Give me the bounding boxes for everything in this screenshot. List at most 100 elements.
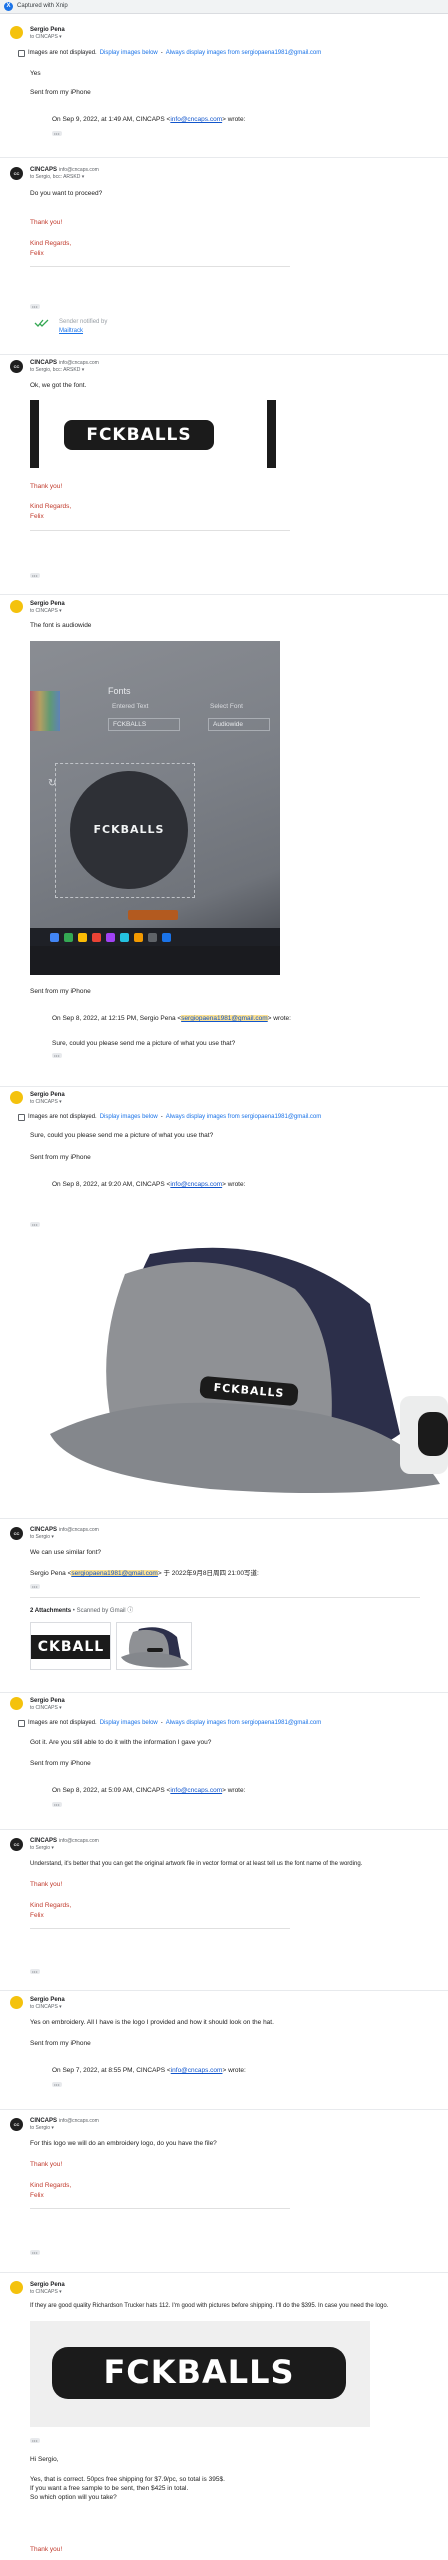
quoted-text: Sure, could you please send me a picture… — [52, 1040, 236, 1047]
recipient-line[interactable]: to CINCAPS ▾ — [30, 1099, 62, 1106]
email-link[interactable]: info@cncaps.com — [170, 1787, 222, 1794]
signature-thanks: Thank you! — [30, 219, 63, 226]
xnip-logo-icon: X — [4, 2, 13, 11]
signature-regards: Kind Regards, — [30, 240, 72, 247]
circle-logo: FCKBALLS — [70, 771, 188, 889]
email-link[interactable]: info@cncaps.com — [171, 2067, 223, 2074]
show-trimmed-button[interactable]: ••• — [30, 1222, 40, 1227]
recipient-line[interactable]: to Sergio ▾ — [30, 1845, 54, 1852]
attachment-thumb-hat[interactable] — [116, 1622, 192, 1670]
quoted-greeting: Hi Sergio, — [30, 2456, 59, 2463]
signature-name: Felix — [30, 250, 44, 257]
divider — [0, 1086, 448, 1087]
message-text: We can use similar font? — [30, 1549, 102, 1556]
email-link[interactable]: sergiopaena1981@gmail.com — [181, 1015, 268, 1022]
always-display-link[interactable]: Always display images from sergiopaena19… — [166, 1113, 322, 1121]
dock — [30, 928, 280, 946]
avatar[interactable] — [10, 1697, 23, 1710]
divider — [0, 1990, 448, 1991]
divider — [0, 1829, 448, 1830]
mailtrack-link[interactable]: Mailtrack — [59, 327, 83, 335]
divider — [0, 1692, 448, 1693]
quoted-text: If you want a free sample to be sent, th… — [30, 2485, 189, 2492]
show-trimmed-button[interactable]: ••• — [52, 131, 62, 136]
attachment-divider — [30, 1597, 420, 1598]
show-trimmed-button[interactable]: ••• — [30, 2250, 40, 2255]
avatar[interactable]: CC — [10, 360, 23, 373]
recipient-line[interactable]: to Sergio ▾ — [30, 1534, 54, 1541]
message-text: Yes on embroidery. All I have is the log… — [30, 2019, 274, 2026]
recipient-line[interactable]: to CINCAPS ▾ — [30, 1705, 62, 1712]
attachment-thumb-logo[interactable]: CKBALL — [30, 1622, 111, 1670]
avatar[interactable]: CC — [10, 2118, 23, 2131]
hat-image[interactable]: FCKBALLS — [30, 1234, 448, 1506]
avatar[interactable] — [10, 600, 23, 613]
message-text: For this logo we will do an embroidery l… — [30, 2140, 217, 2147]
divider — [0, 2109, 448, 2110]
signature-regards: Kind Regards, — [30, 2182, 72, 2189]
signature-thanks: Thank you! — [30, 2161, 63, 2168]
recipient-line[interactable]: to Sergio, bcc: ARSKD ▾ — [30, 174, 84, 181]
message-text: Ok, we got the font. — [30, 382, 87, 389]
logo-image[interactable]: FCKBALLS — [30, 2321, 370, 2427]
show-trimmed-button[interactable]: ••• — [30, 1969, 40, 1974]
show-trimmed-button[interactable]: ••• — [52, 1053, 62, 1058]
divider — [0, 1518, 448, 1519]
show-trimmed-button[interactable]: ••• — [30, 1584, 40, 1589]
show-trimmed-button[interactable]: ••• — [30, 304, 40, 309]
mailtrack-badge — [34, 318, 50, 332]
divider — [0, 594, 448, 595]
avatar[interactable] — [10, 2281, 23, 2294]
double-check-icon — [34, 319, 49, 327]
recipient-line[interactable]: to CINCAPS ▾ — [30, 2289, 62, 2296]
avatar[interactable]: CC — [10, 1838, 23, 1851]
capture-caption: Captured with Xnip — [17, 3, 68, 10]
signature-name: Felix — [30, 513, 44, 520]
image-icon — [18, 1113, 25, 1121]
recipient-line[interactable]: to Sergio ▾ — [30, 2125, 54, 2132]
message-text: Sent from my iPhone — [30, 988, 91, 995]
message-text: Got it. Are you still able to do it with… — [30, 1739, 212, 1746]
show-trimmed-button[interactable]: ••• — [52, 1802, 62, 1807]
show-trimmed-button[interactable]: ••• — [30, 573, 40, 578]
display-images-link[interactable]: Display images below — [100, 49, 158, 57]
avatar[interactable] — [10, 1996, 23, 2009]
capture-bar: X Captured with Xnip — [0, 0, 448, 14]
recipient-line[interactable]: to CINCAPS ▾ — [30, 608, 62, 615]
display-images-link[interactable]: Display images below — [100, 1719, 158, 1727]
email-link[interactable]: info@cncaps.com — [170, 1181, 222, 1188]
logo-image[interactable]: FCKBALLS — [30, 400, 276, 468]
email-link[interactable]: info@cncaps.com — [170, 116, 222, 123]
signature-divider — [30, 2208, 290, 2209]
quote-header: On Sep 8, 2022, at 12:15 PM, Sergio Pena… — [52, 1015, 291, 1022]
recipient-line[interactable]: to CINCAPS ▾ — [30, 2004, 62, 2011]
message-text: Sent from my iPhone — [30, 1760, 91, 1767]
divider — [0, 354, 448, 355]
email-link[interactable]: sergiopaena1981@gmail.com — [71, 1570, 158, 1577]
recipient-line[interactable]: to CINCAPS ▾ — [30, 34, 62, 41]
avatar[interactable]: CC — [10, 1527, 23, 1540]
avatar[interactable]: CC — [10, 167, 23, 180]
always-display-link[interactable]: Always display images from sergiopaena19… — [166, 49, 322, 57]
hat-thumb — [121, 1627, 189, 1668]
signature-regards: Kind Regards, — [30, 503, 72, 510]
avatar[interactable] — [10, 26, 23, 39]
message-text: Sent from my iPhone — [30, 2040, 91, 2047]
show-trimmed-button[interactable]: ••• — [30, 2438, 40, 2443]
message-text: Sent from my iPhone — [30, 89, 91, 96]
screen-photo[interactable]: Fonts Entered Text Select Font FCKBALLS … — [30, 641, 280, 975]
recipient-line[interactable]: to Sergio, bcc: ARSKD ▾ — [30, 367, 84, 374]
signature-name: Felix — [30, 2192, 44, 2199]
message-text: If they are good quality Richardson Truc… — [30, 2303, 389, 2309]
message-text: Yes — [30, 70, 41, 77]
always-display-link[interactable]: Always display images from sergiopaena19… — [166, 1719, 322, 1727]
fonts-panel-title: Fonts — [108, 686, 131, 696]
quote-header: On Sep 7, 2022, at 8:55 PM, CINCAPS <inf… — [52, 2067, 246, 2074]
divider — [0, 157, 448, 158]
display-images-link[interactable]: Display images below — [100, 1113, 158, 1121]
image-icon — [18, 49, 25, 57]
avatar[interactable] — [10, 1091, 23, 1104]
quote-header: On Sep 8, 2022, at 5:09 AM, CINCAPS <inf… — [52, 1787, 246, 1794]
show-trimmed-button[interactable]: ••• — [52, 2082, 62, 2087]
message-text: Sure, could you please send me a picture… — [30, 1132, 214, 1139]
